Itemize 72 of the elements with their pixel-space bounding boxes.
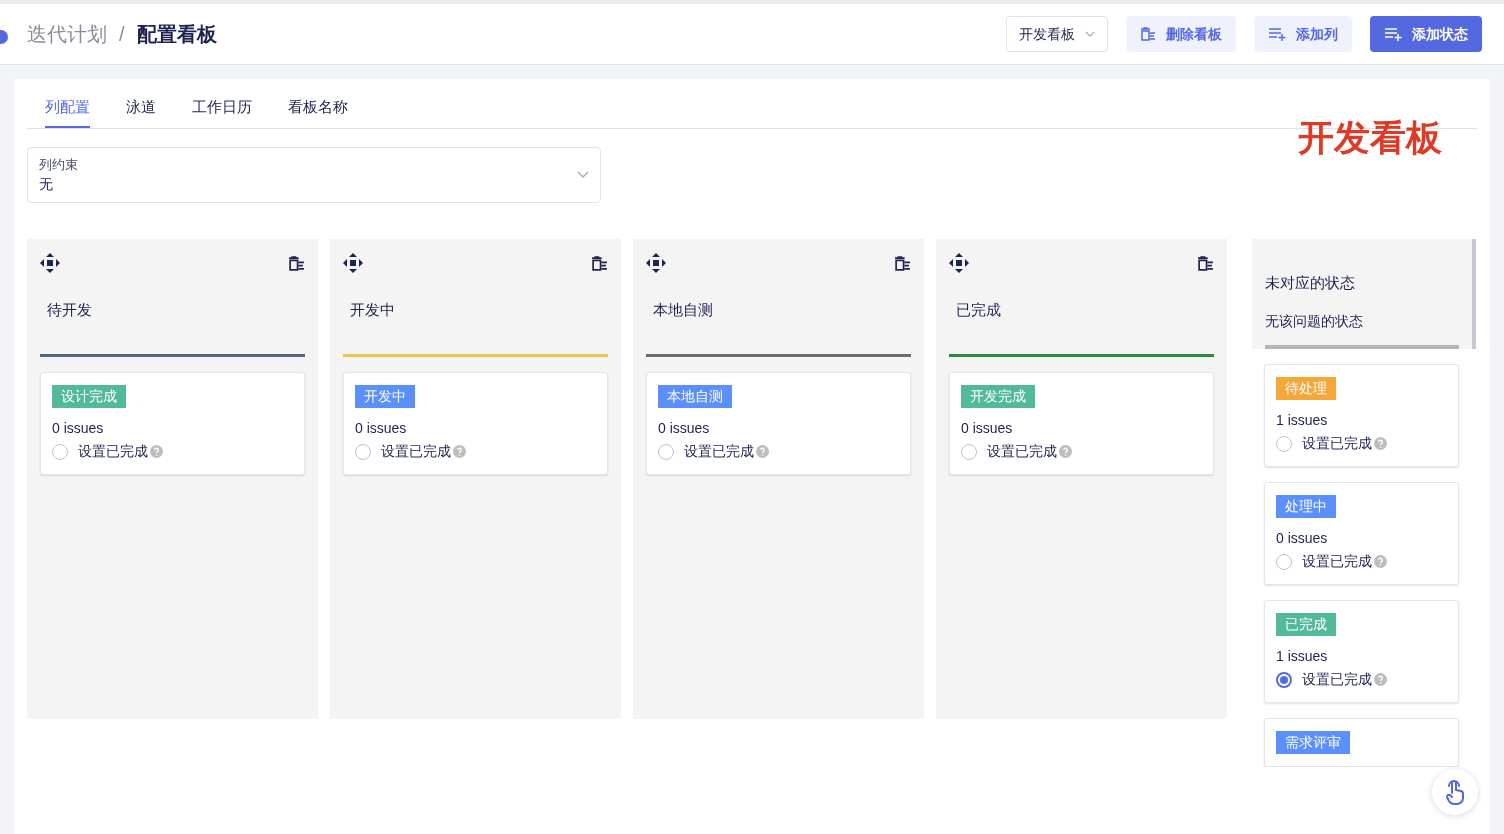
issue-count: 0 issues	[961, 419, 1014, 438]
help-icon	[1374, 437, 1387, 450]
mark-done-radio[interactable]: 设置已完成	[52, 441, 293, 462]
chevron-down-icon	[1085, 31, 1095, 37]
radio-icon[interactable]	[1276, 671, 1292, 688]
help-icon	[1374, 555, 1387, 568]
issue-count: 0 issues	[658, 419, 711, 438]
board-title: 开发看板	[1298, 116, 1442, 160]
mark-done-radio[interactable]: 设置已完成	[1276, 433, 1447, 454]
page-title: 配置看板	[136, 22, 217, 47]
radio-icon[interactable]	[355, 443, 371, 460]
mark-done-radio[interactable]: 设置已完成	[1276, 551, 1447, 572]
help-icon	[150, 445, 163, 458]
delete-board-button[interactable]: 删除看板	[1126, 16, 1236, 52]
issue-count: 1 issues	[1276, 647, 1329, 666]
radio-icon[interactable]	[658, 443, 674, 460]
status-tag: 待处理	[1276, 377, 1336, 400]
unmapped-subtitle: 无该问题的状态	[1265, 311, 1364, 331]
radio-icon[interactable]	[1276, 553, 1292, 570]
radio-icon[interactable]	[961, 443, 977, 460]
chevron-down-icon	[577, 171, 589, 179]
help-icon	[453, 445, 466, 458]
column-name: 已完成	[956, 300, 1002, 320]
trash-list-icon[interactable]	[288, 255, 305, 271]
radio-icon[interactable]	[1276, 435, 1292, 452]
issue-count: 0 issues	[355, 419, 408, 438]
status-tag: 已完成	[1276, 613, 1336, 636]
field-label: 列约束	[39, 155, 78, 174]
list-add-icon	[1384, 27, 1402, 41]
field-value: 无	[39, 175, 54, 195]
status-tag: 开发中	[355, 385, 415, 408]
column-constraint-select[interactable]: 列约束 无	[27, 147, 601, 203]
move-icon[interactable]	[646, 253, 666, 273]
add-column-button[interactable]: 添加列	[1254, 16, 1352, 52]
move-icon[interactable]	[343, 253, 363, 273]
breadcrumb-separator: /	[119, 22, 125, 47]
gesture-help-button[interactable]	[1432, 769, 1478, 815]
help-icon	[756, 445, 769, 458]
hand-pointer-icon	[1444, 779, 1466, 805]
mark-done-radio[interactable]: 设置已完成	[1276, 669, 1447, 690]
move-icon[interactable]	[949, 253, 969, 273]
status-tag: 本地自测	[658, 385, 732, 408]
help-icon	[1374, 673, 1387, 686]
tab[interactable]: 工作日历	[192, 95, 252, 128]
status-tag: 设计完成	[52, 385, 126, 408]
mark-done-radio[interactable]: 设置已完成	[355, 441, 596, 462]
issue-count: 0 issues	[52, 419, 105, 438]
trash-list-icon[interactable]	[1197, 255, 1214, 271]
issue-count: 0 issues	[1276, 529, 1329, 548]
column-name: 待开发	[47, 300, 93, 320]
list-add-icon	[1268, 27, 1286, 41]
status-tag: 处理中	[1276, 495, 1336, 518]
tab[interactable]: 看板名称	[288, 95, 348, 128]
add-status-button[interactable]: 添加状态	[1370, 16, 1482, 52]
radio-icon[interactable]	[52, 443, 68, 460]
column-name: 本地自测	[653, 300, 714, 320]
board-select[interactable]: 开发看板	[1006, 16, 1108, 52]
trash-list-icon[interactable]	[591, 255, 608, 271]
move-icon[interactable]	[40, 253, 60, 273]
status-tag: 需求评审	[1276, 731, 1350, 754]
unmapped-title: 未对应的状态	[1265, 273, 1356, 293]
trash-list-icon[interactable]	[894, 255, 911, 271]
tab[interactable]: 泳道	[126, 95, 156, 128]
column-name: 开发中	[350, 300, 396, 320]
trash-list-icon	[1140, 27, 1156, 41]
tab[interactable]: 列配置	[45, 95, 90, 128]
mark-done-radio[interactable]: 设置已完成	[961, 441, 1202, 462]
sidebar-toggle[interactable]	[0, 30, 8, 44]
issue-count: 1 issues	[1276, 411, 1329, 430]
status-tag: 开发完成	[961, 385, 1035, 408]
mark-done-radio[interactable]: 设置已完成	[658, 441, 899, 462]
help-icon	[1059, 445, 1072, 458]
